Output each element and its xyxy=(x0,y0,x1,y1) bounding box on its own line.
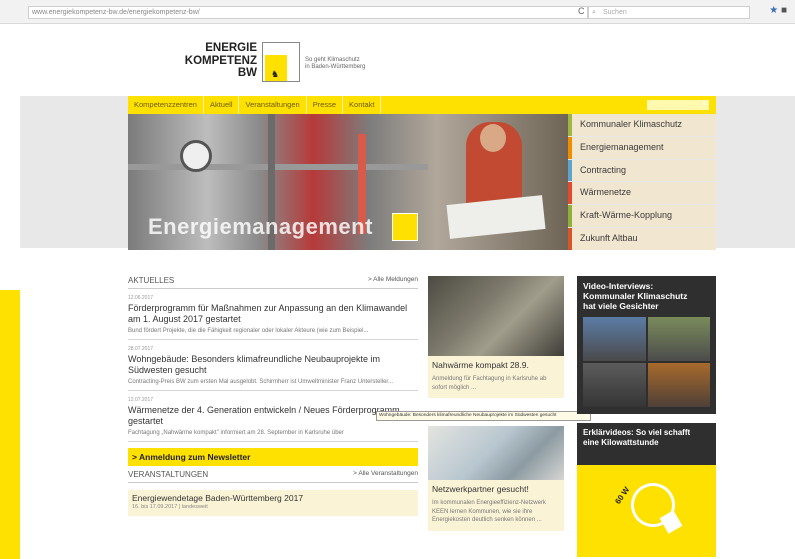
logo-line-bw: BW xyxy=(237,67,257,79)
news-description: Contracting-Preis BW zum ersten Mal ausg… xyxy=(128,379,394,385)
explainer-title: Erklärvideos: So viel schafft eine Kilow… xyxy=(583,428,710,448)
news-date: 12.06.2017 xyxy=(128,295,154,301)
left-yellow-strip xyxy=(0,290,20,559)
events-section: VERANSTALTUNGEN > Alle Veranstaltungen E… xyxy=(128,470,418,516)
video-thumbnail[interactable] xyxy=(647,363,710,407)
lion-icon: ♞ xyxy=(271,69,280,79)
nav-item-veranstaltungen[interactable]: Veranstaltungen xyxy=(239,96,307,114)
newsletter-signup-button[interactable]: > Anmeldung zum Newsletter xyxy=(128,448,418,466)
bookmark-star-icon[interactable]: ★ xyxy=(769,5,778,16)
video-thumbnail[interactable] xyxy=(583,363,646,407)
main-navigation: Kompetenzzentren Aktuell Veranstaltungen… xyxy=(128,96,716,114)
explainer-video-teaser[interactable]: 60 W xyxy=(577,465,716,557)
event-meta: 16. bis 17.09.2017 | landesweit xyxy=(132,504,208,510)
topic-menu: Kommunaler Klimaschutz Energiemanagement… xyxy=(568,114,716,250)
aktuelles-heading: AKTUELLES xyxy=(128,276,175,285)
topic-kraft-waerme-kopplung[interactable]: Kraft-Wärme-Kopplung xyxy=(568,205,716,227)
bulb-wattage-label: 60 W xyxy=(613,485,632,506)
event-item[interactable]: Energiewendetage Baden-Württemberg 2017 … xyxy=(128,490,418,516)
explainer-title-line-1: Erklärvideos: So viel schafft xyxy=(583,428,691,437)
lock-icon: ■ xyxy=(780,5,787,16)
pressure-gauge-icon xyxy=(180,140,212,172)
hero-pipe xyxy=(128,164,428,170)
teaser-description: Im kommunalen Energieeffizienz-Netzwerk … xyxy=(432,500,546,523)
nav-item-kontakt[interactable]: Kontakt xyxy=(343,96,382,114)
news-title[interactable]: Wärmenetze der 4. Generation entwickeln … xyxy=(128,405,418,427)
teaser-column: Nahwärme kompakt 28.9. Anmeldung für Fac… xyxy=(428,276,564,531)
news-item[interactable]: 12.06.2017 Förderprogramm für Maßnahmen … xyxy=(128,289,418,340)
news-date: 28.07.2017 xyxy=(128,346,154,352)
news-description: Bund fördert Projekte, die die Fähigkeit… xyxy=(128,328,369,334)
veranstaltungen-header: VERANSTALTUNGEN > Alle Veranstaltungen xyxy=(128,470,418,483)
video-title-line-3: hat viele Gesichter xyxy=(583,301,659,311)
hero-paper xyxy=(446,195,546,239)
news-title[interactable]: Wohngebäude: Besonders klimafreundliche … xyxy=(128,354,418,376)
browser-search-field[interactable]: ⌕ Suchen xyxy=(588,6,750,19)
logo-line-energie: ENERGIE xyxy=(205,42,257,54)
hero-person-head xyxy=(480,124,506,152)
news-item[interactable]: 28.07.2017 Wohngebäude: Besonders klimaf… xyxy=(128,340,418,391)
news-column: AKTUELLES > Alle Meldungen 12.06.2017 Fö… xyxy=(128,276,418,516)
aktuelles-header: AKTUELLES > Alle Meldungen xyxy=(128,276,418,289)
site-slogan: So geht Klimaschutz in Baden-Württemberg xyxy=(305,57,365,71)
nav-item-presse[interactable]: Presse xyxy=(307,96,344,114)
teaser-title[interactable]: Netzwerkpartner gesucht! xyxy=(432,484,560,495)
video-thumbnails xyxy=(583,317,710,407)
news-item[interactable]: 12.07.2017 Wärmenetze der 4. Generation … xyxy=(128,391,418,442)
explainer-title-line-2: eine Kilowattstunde xyxy=(583,438,659,447)
video-interviews-title: Video-Interviews: Kommunaler Klimaschutz… xyxy=(583,281,710,311)
site-header xyxy=(0,24,795,96)
slogan-line-2: in Baden-Württemberg xyxy=(305,64,366,70)
video-interviews-box[interactable]: Video-Interviews: Kommunaler Klimaschutz… xyxy=(577,276,716,414)
browser-toolbar: www.energiekompetenz-bw.de/energiekompet… xyxy=(0,0,795,24)
site-search-input[interactable]: ⌕ xyxy=(646,99,710,111)
hero-image: Energiemanagement xyxy=(128,114,568,250)
veranstaltungen-heading: VERANSTALTUNGEN xyxy=(128,470,209,479)
teaser-title[interactable]: Nahwärme kompakt 28.9. xyxy=(432,360,560,371)
nav-item-kompetenzzentren[interactable]: Kompetenzzentren xyxy=(128,96,204,114)
browser-search-placeholder: Suchen xyxy=(603,9,627,16)
video-thumbnail[interactable] xyxy=(583,317,646,361)
media-column: Video-Interviews: Kommunaler Klimaschutz… xyxy=(577,276,716,557)
topic-zukunft-altbau[interactable]: Zukunft Altbau xyxy=(568,227,716,250)
address-bar[interactable]: www.energiekompetenz-bw.de/energiekompet… xyxy=(28,6,588,19)
teaser-description: Anmeldung für Fachtagung in Karlsruhe ab… xyxy=(432,376,547,391)
news-description: Fachtagung „Nahwärme kompakt" informiert… xyxy=(128,430,344,436)
topic-waermenetze[interactable]: Wärmenetze xyxy=(568,182,716,205)
explainer-videos-header[interactable]: Erklärvideos: So viel schafft eine Kilow… xyxy=(577,423,716,465)
video-title-line-1: Video-Interviews: xyxy=(583,281,654,291)
teaser-card[interactable]: Netzwerkpartner gesucht! Im kommunalen E… xyxy=(428,480,564,531)
search-icon: ⌕ xyxy=(592,9,596,16)
hero-title: Energiemanagement xyxy=(148,214,373,239)
all-events-link[interactable]: > Alle Veranstaltungen xyxy=(353,470,418,479)
conference-photo[interactable] xyxy=(428,276,564,356)
event-title[interactable]: Energiewendetage Baden-Württemberg 2017 xyxy=(132,493,414,503)
logo-line-kompetenz: KOMPETENZ xyxy=(184,54,257,67)
browser-actions[interactable]: ★ ■ xyxy=(769,5,787,16)
news-title[interactable]: Förderprogramm für Maßnahmen zur Anpassu… xyxy=(128,303,418,325)
site-logo-text[interactable]: ENERGIE KOMPETENZ BW xyxy=(162,42,257,80)
news-date: 12.07.2017 xyxy=(128,397,154,403)
reload-icon[interactable]: C xyxy=(578,6,585,16)
video-title-line-2: Kommunaler Klimaschutz xyxy=(583,291,688,301)
slogan-line-1: So geht Klimaschutz xyxy=(305,57,360,63)
video-thumbnail[interactable] xyxy=(647,317,710,361)
link-tooltip: Wohngebäude: Besonders klimafreundliche … xyxy=(376,411,591,421)
teaser-card[interactable]: Nahwärme kompakt 28.9. Anmeldung für Fac… xyxy=(428,356,564,398)
all-news-link[interactable]: > Alle Meldungen xyxy=(368,276,418,285)
topic-contracting[interactable]: Contracting xyxy=(568,159,716,182)
meeting-photo[interactable] xyxy=(428,426,564,480)
topic-kommunaler-klimaschutz[interactable]: Kommunaler Klimaschutz xyxy=(568,114,716,136)
search-icon[interactable]: ⌕ xyxy=(703,99,707,109)
hero-logo-badge xyxy=(392,213,418,241)
topic-energiemanagement[interactable]: Energiemanagement xyxy=(568,136,716,159)
logo-mark[interactable]: ♞ xyxy=(262,42,300,82)
nav-item-aktuell[interactable]: Aktuell xyxy=(204,96,240,114)
